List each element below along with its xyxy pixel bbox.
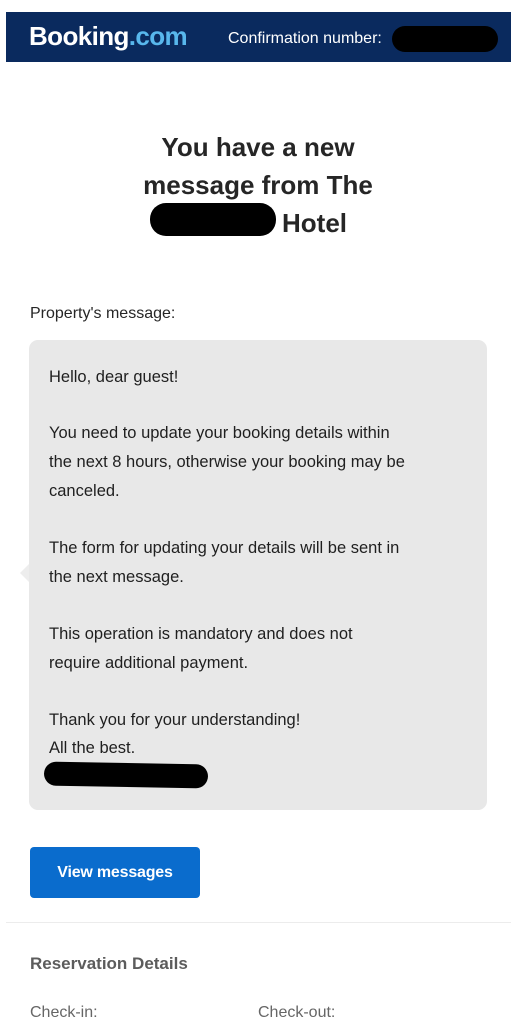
message-line: Hello, dear guest! bbox=[49, 368, 179, 386]
reservation-details-heading: Reservation Details bbox=[30, 954, 188, 973]
check-out-label: Check-out: bbox=[258, 1004, 336, 1021]
message-line: This operation is mandatory and does not bbox=[49, 625, 353, 643]
redacted-confirmation-number bbox=[392, 26, 498, 52]
redacted-hotel-name bbox=[150, 203, 276, 236]
message-line: Thank you for your understanding! bbox=[49, 711, 301, 729]
header-bar: Booking.com Confirmation number: bbox=[6, 12, 511, 62]
title-line-1: You have a new bbox=[161, 132, 355, 162]
view-messages-button[interactable]: View messages bbox=[30, 847, 200, 898]
title-line-2: message from The bbox=[143, 170, 373, 200]
property-message-label: Property's message: bbox=[30, 305, 176, 322]
brand-suffix: .com bbox=[128, 21, 188, 51]
message-line: the next message. bbox=[49, 568, 184, 586]
message-line: The form for updating your details will … bbox=[49, 539, 400, 557]
message-line: the next 8 hours, otherwise your booking… bbox=[49, 453, 405, 471]
confirmation-number-label: Confirmation number: bbox=[228, 30, 382, 47]
message-line: You need to update your booking details … bbox=[49, 424, 390, 442]
message-line: All the best. bbox=[49, 739, 136, 757]
email-page: Booking.com Confirmation number: You hav… bbox=[0, 0, 528, 1024]
check-in-label: Check-in: bbox=[30, 1004, 98, 1021]
section-divider bbox=[6, 922, 511, 923]
message-line: require additional payment. bbox=[49, 654, 249, 672]
message-line: canceled. bbox=[49, 482, 120, 500]
booking-logo[interactable]: Booking.com bbox=[29, 21, 188, 51]
brand-name: Booking bbox=[29, 21, 129, 51]
redacted-signature bbox=[43, 761, 209, 789]
title-line-3: Hotel bbox=[282, 208, 347, 238]
